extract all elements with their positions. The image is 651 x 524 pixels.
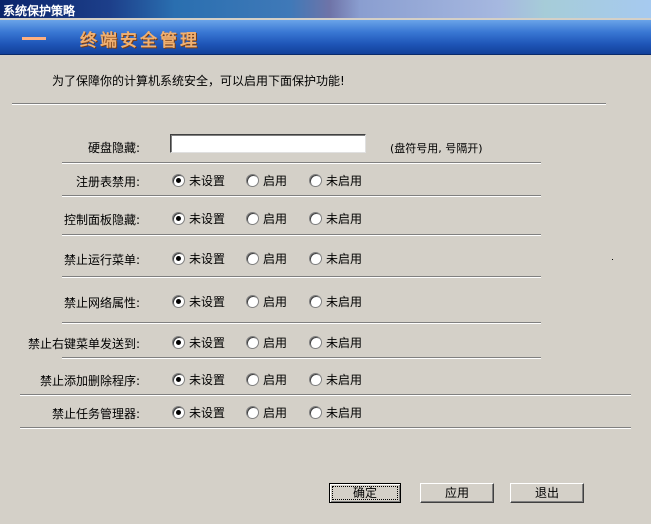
radio-button[interactable] bbox=[172, 373, 185, 386]
radio-option-unset[interactable]: 未设置 bbox=[172, 172, 225, 189]
radio-button[interactable] bbox=[172, 174, 185, 187]
radio-button[interactable] bbox=[309, 373, 322, 386]
radio-option-enable[interactable]: 启用 bbox=[246, 334, 287, 351]
radio-label: 未设置 bbox=[189, 174, 226, 188]
separator-row bbox=[62, 162, 541, 164]
apply-button[interactable]: 应用 bbox=[420, 483, 494, 503]
radio-label: 未启用 bbox=[326, 295, 363, 309]
radio-label: 启用 bbox=[263, 336, 288, 350]
radio-button[interactable] bbox=[246, 336, 259, 349]
radio-label: 未启用 bbox=[326, 373, 363, 387]
radio-option-unset[interactable]: 未设置 bbox=[172, 334, 225, 351]
radio-button[interactable] bbox=[246, 212, 259, 225]
radio-label: 启用 bbox=[263, 212, 288, 226]
banner-dashes: —— bbox=[22, 37, 46, 40]
policy-label: 禁止运行菜单: bbox=[63, 253, 140, 267]
radio-label: 未启用 bbox=[326, 174, 363, 188]
header-banner: —— 终端安全管理 bbox=[0, 20, 651, 55]
radio-option-unset[interactable]: 未设置 bbox=[172, 404, 225, 421]
separator-top bbox=[12, 103, 606, 105]
radio-option-enable[interactable]: 启用 bbox=[246, 250, 287, 267]
banner-title: 终端安全管理 bbox=[80, 31, 200, 51]
policy-label: 禁止任务管理器: bbox=[51, 407, 140, 421]
radio-button[interactable] bbox=[246, 252, 259, 265]
separator-row bbox=[62, 195, 541, 197]
radio-option-disable[interactable]: 未启用 bbox=[309, 371, 362, 388]
radio-label: 启用 bbox=[263, 373, 288, 387]
separator-row bbox=[20, 394, 631, 396]
title-bar: 系统保护策略 bbox=[0, 0, 651, 18]
stray-dot bbox=[612, 259, 613, 260]
separator-row bbox=[62, 357, 541, 359]
radio-label: 未启用 bbox=[326, 406, 363, 420]
radio-option-disable[interactable]: 未启用 bbox=[309, 250, 362, 267]
radio-button[interactable] bbox=[309, 212, 322, 225]
radio-option-disable[interactable]: 未启用 bbox=[309, 172, 362, 189]
radio-label: 启用 bbox=[263, 295, 288, 309]
radio-option-enable[interactable]: 启用 bbox=[246, 371, 287, 388]
intro-text: 为了保障你的计算机系统安全，可以启用下面保护功能! bbox=[52, 74, 345, 88]
policy-label: 禁止右键菜单发送到: bbox=[27, 337, 140, 351]
radio-label: 未启用 bbox=[326, 212, 363, 226]
radio-label: 未设置 bbox=[189, 406, 226, 420]
radio-label: 启用 bbox=[263, 174, 288, 188]
radio-label: 未设置 bbox=[189, 295, 226, 309]
policy-label: 禁止添加删除程序: bbox=[39, 374, 140, 388]
policy-label: 控制面板隐藏: bbox=[63, 213, 140, 227]
radio-button[interactable] bbox=[172, 406, 185, 419]
radio-button[interactable] bbox=[246, 295, 259, 308]
radio-label: 未启用 bbox=[326, 336, 363, 350]
radio-option-enable[interactable]: 启用 bbox=[246, 210, 287, 227]
radio-option-unset[interactable]: 未设置 bbox=[172, 210, 225, 227]
separator-row bbox=[20, 427, 631, 429]
radio-option-enable[interactable]: 启用 bbox=[246, 172, 287, 189]
radio-label: 未启用 bbox=[326, 252, 363, 266]
disk-hide-label: 硬盘隐藏: bbox=[87, 141, 140, 155]
radio-button[interactable] bbox=[172, 252, 185, 265]
radio-button[interactable] bbox=[172, 295, 185, 308]
radio-button[interactable] bbox=[246, 406, 259, 419]
radio-label: 启用 bbox=[263, 252, 288, 266]
radio-option-enable[interactable]: 启用 bbox=[246, 404, 287, 421]
radio-label: 未设置 bbox=[189, 336, 226, 350]
separator-row bbox=[62, 234, 541, 236]
separator-row bbox=[62, 276, 541, 278]
radio-button[interactable] bbox=[309, 295, 322, 308]
radio-button[interactable] bbox=[172, 212, 185, 225]
radio-option-disable[interactable]: 未启用 bbox=[309, 210, 362, 227]
policy-label: 注册表禁用: bbox=[75, 175, 140, 189]
radio-label: 未设置 bbox=[189, 373, 226, 387]
radio-button[interactable] bbox=[309, 406, 322, 419]
radio-option-unset[interactable]: 未设置 bbox=[172, 293, 225, 310]
radio-label: 启用 bbox=[263, 406, 288, 420]
window-title: 系统保护策略 bbox=[3, 4, 76, 18]
separator-row bbox=[62, 322, 541, 324]
radio-option-disable[interactable]: 未启用 bbox=[309, 293, 362, 310]
ok-button[interactable]: 确定 bbox=[329, 483, 401, 503]
radio-option-disable[interactable]: 未启用 bbox=[309, 334, 362, 351]
exit-button[interactable]: 退出 bbox=[510, 483, 584, 503]
policy-label: 禁止网络属性: bbox=[63, 296, 140, 310]
radio-label: 未设置 bbox=[189, 252, 226, 266]
radio-button[interactable] bbox=[309, 174, 322, 187]
radio-option-disable[interactable]: 未启用 bbox=[309, 404, 362, 421]
radio-label: 未设置 bbox=[189, 212, 226, 226]
radio-button[interactable] bbox=[172, 336, 185, 349]
radio-button[interactable] bbox=[309, 252, 322, 265]
radio-button[interactable] bbox=[246, 174, 259, 187]
radio-option-enable[interactable]: 启用 bbox=[246, 293, 287, 310]
radio-button[interactable] bbox=[309, 336, 322, 349]
radio-option-unset[interactable]: 未设置 bbox=[172, 250, 225, 267]
radio-button[interactable] bbox=[246, 373, 259, 386]
disk-hide-input[interactable] bbox=[170, 134, 366, 153]
radio-option-unset[interactable]: 未设置 bbox=[172, 371, 225, 388]
disk-hide-hint: (盘符号用, 号隔开) bbox=[390, 142, 483, 155]
